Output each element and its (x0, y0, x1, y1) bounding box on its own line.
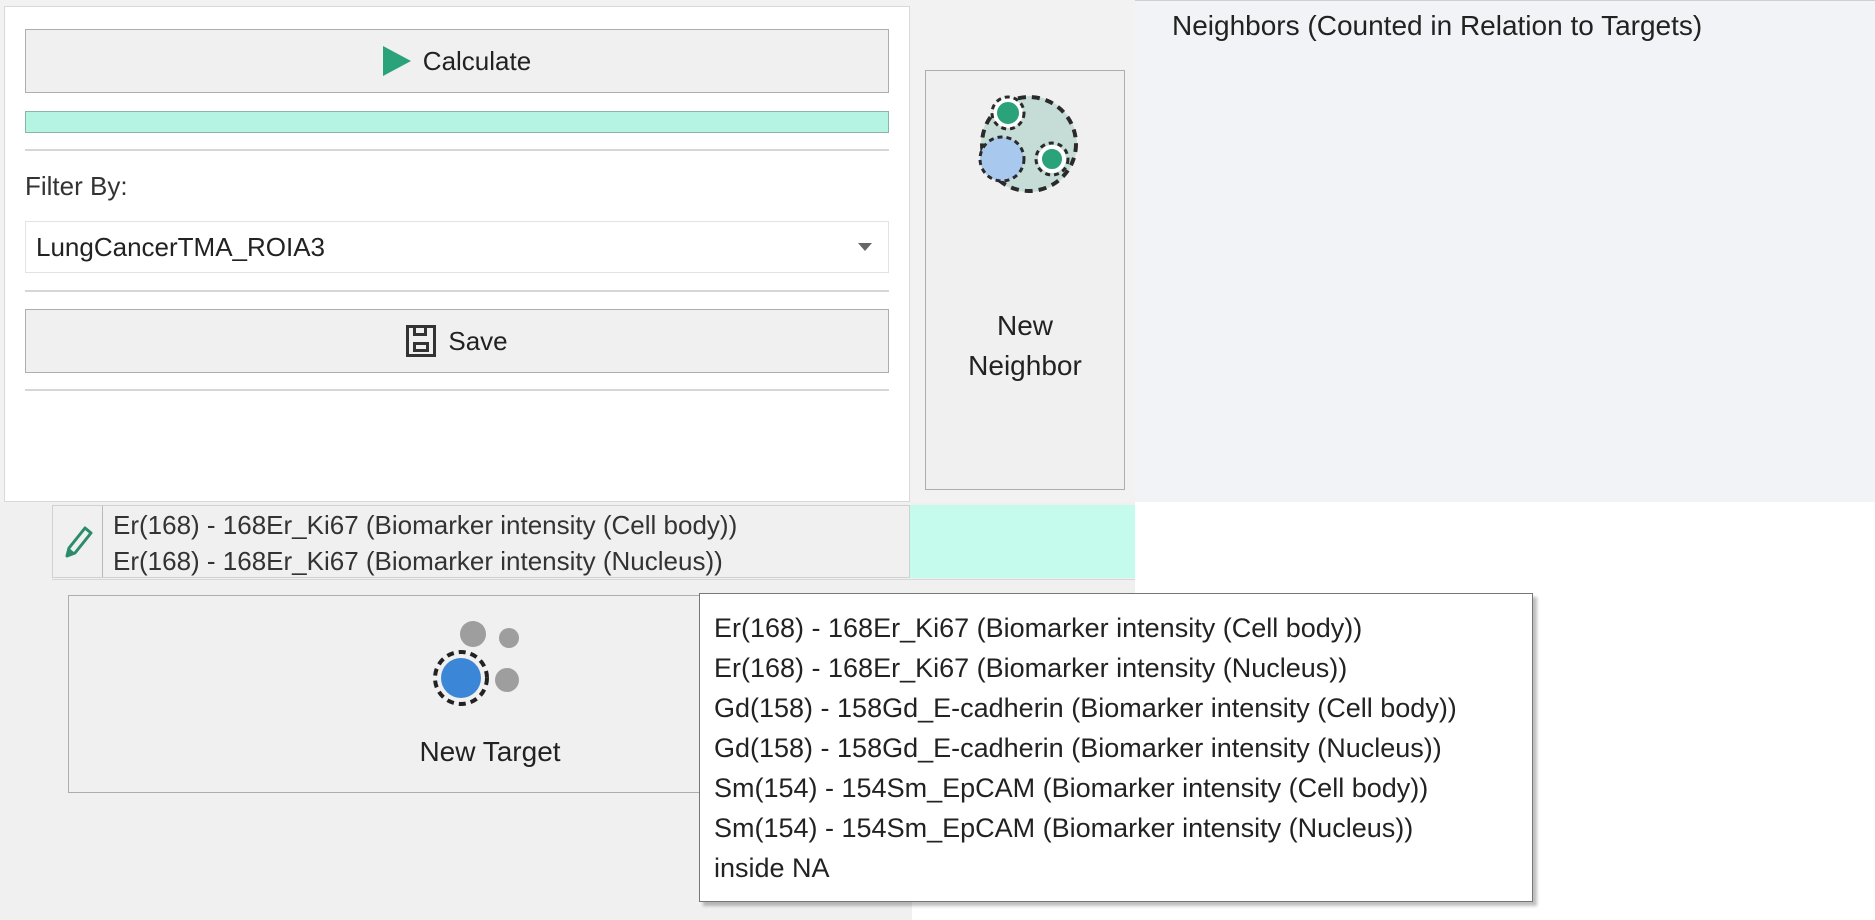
calculate-button[interactable]: Calculate (25, 29, 889, 93)
tooltip-line: Gd(158) - 158Gd_E-cadherin (Biomarker in… (714, 733, 1442, 763)
play-icon (382, 46, 411, 76)
save-button[interactable]: Save (25, 309, 889, 373)
divider (25, 149, 889, 151)
divider (25, 290, 889, 292)
tooltip-line: Er(168) - 168Er_Ki67 (Biomarker intensit… (714, 653, 1348, 683)
new-neighbor-label: New Neighbor (926, 306, 1124, 386)
neighbors-panel (1135, 0, 1875, 502)
new-neighbor-label-line1: New (996, 310, 1053, 341)
tooltip-line: inside NA (714, 853, 830, 883)
filter-dropdown[interactable]: LungCancerTMA_ROIA3 (25, 221, 889, 273)
target-list-item: Er(168) - 168Er_Ki67 (Biomarker intensit… (113, 546, 723, 576)
new-neighbor-button[interactable]: New Neighbor (925, 70, 1125, 490)
filter-selected-value: LungCancerTMA_ROIA3 (36, 232, 326, 262)
save-icon (406, 325, 437, 357)
tooltip-line: Gd(158) - 158Gd_E-cadherin (Biomarker in… (714, 693, 1457, 723)
tooltip: Er(168) - 168Er_Ki67 (Biomarker intensit… (699, 593, 1533, 902)
progress-fill (26, 112, 888, 132)
chevron-down-icon[interactable] (858, 243, 872, 251)
neighbors-title: Neighbors (Counted in Relation to Target… (1172, 10, 1703, 41)
tooltip-line: Sm(154) - 154Sm_EpCAM (Biomarker intensi… (714, 813, 1414, 843)
calculate-label: Calculate (422, 45, 532, 76)
divider (25, 389, 889, 391)
tooltip-line: Er(168) - 168Er_Ki67 (Biomarker intensit… (714, 613, 1363, 643)
filter-label: Filter By: (25, 171, 128, 201)
progress-bar (25, 111, 889, 133)
target-list-item: Er(168) - 168Er_Ki67 (Biomarker intensit… (113, 510, 738, 540)
target-cells-icon (433, 621, 519, 706)
divider (52, 579, 1135, 580)
save-label: Save (448, 325, 508, 356)
calculation-panel: Calculate Filter By: LungCancerTMA_ROIA3… (4, 6, 910, 502)
target-list-row[interactable]: Er(168) - 168Er_Ki67 (Biomarker intensit… (52, 505, 910, 578)
edit-button[interactable] (53, 506, 103, 577)
new-neighbor-label-line2: Neighbor (968, 350, 1082, 381)
neighbors-icon (978, 95, 1078, 193)
highlight-strip (910, 505, 1135, 578)
pencil-icon (65, 526, 92, 557)
tooltip-line: Sm(154) - 154Sm_EpCAM (Biomarker intensi… (714, 773, 1429, 803)
